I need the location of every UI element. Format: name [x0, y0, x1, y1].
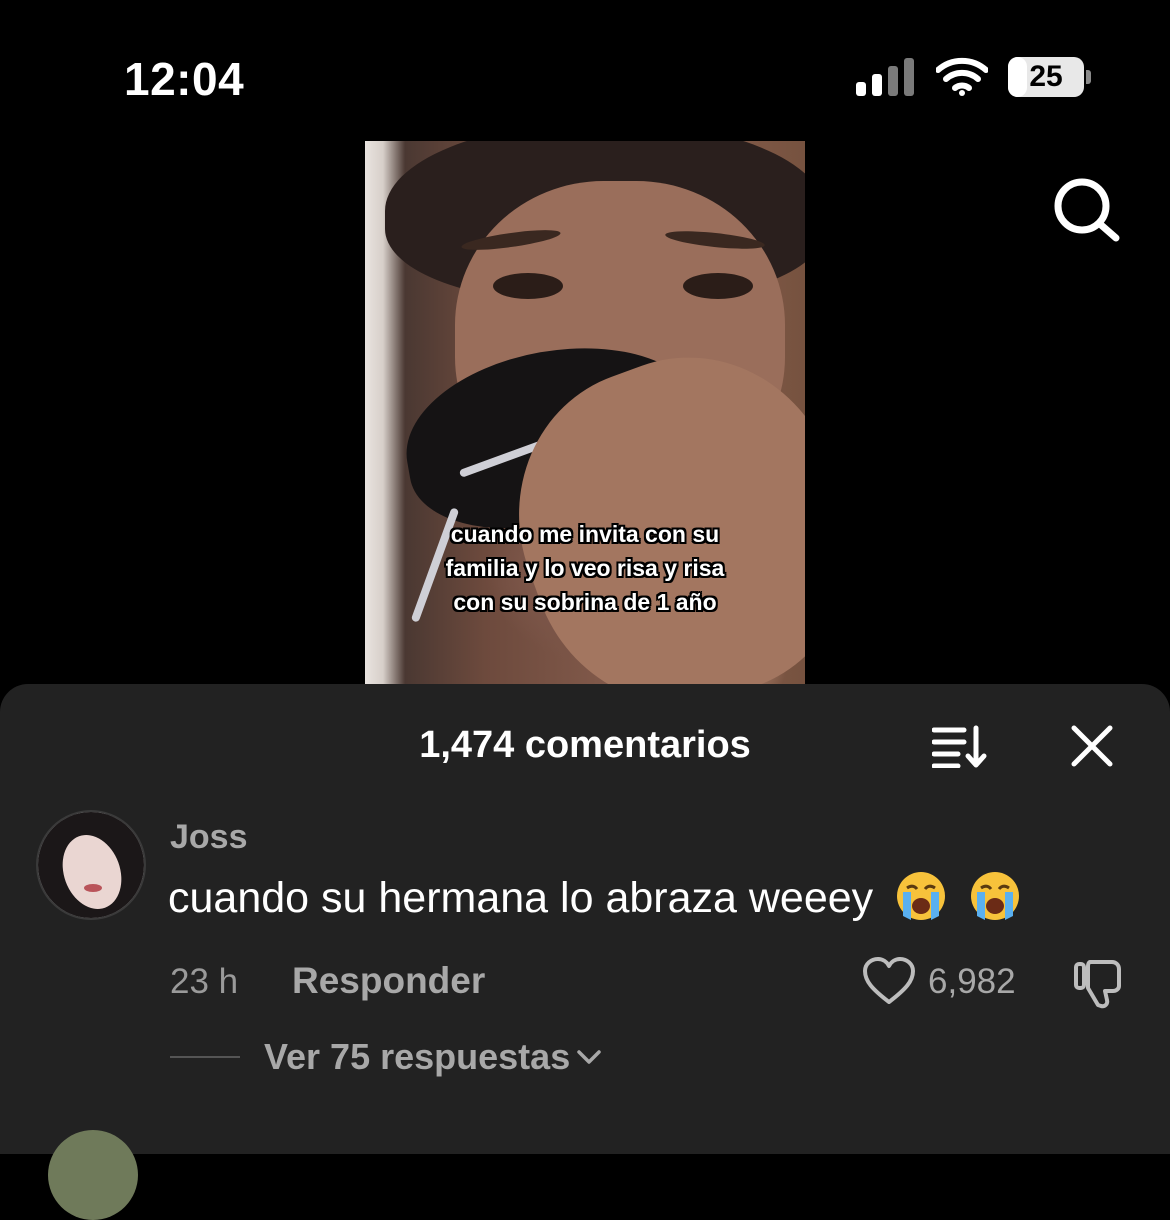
reply-button[interactable]: Responder — [292, 960, 485, 1002]
wifi-icon — [936, 57, 988, 96]
loudly-crying-face-icon — [897, 872, 946, 920]
search-icon[interactable] — [1050, 176, 1122, 244]
loudly-crying-face-icon — [971, 872, 1020, 920]
avatar[interactable] — [36, 810, 146, 920]
comment-username[interactable]: Joss — [170, 818, 248, 857]
avatar-lips — [84, 884, 102, 892]
dislike-icon[interactable] — [1072, 958, 1124, 1010]
view-replies-button[interactable]: Ver 75 respuestas — [264, 1036, 602, 1078]
comment-text-line: cuando su hermana lo abraza weeey — [168, 870, 1021, 923]
comments-sheet: 1,474 comentarios Joss cuando su hermana… — [0, 684, 1170, 1220]
video-caption: cuando me invita con su familia y lo veo… — [365, 517, 805, 619]
battery-indicator: 25 — [1008, 57, 1084, 97]
caption-line: con su sobrina de 1 año — [453, 589, 717, 615]
battery-tip — [1086, 70, 1091, 84]
heart-icon[interactable] — [862, 956, 916, 1006]
next-comment-avatar[interactable] — [48, 1130, 138, 1220]
video-player[interactable]: cuando me invita con su familia y lo veo… — [365, 141, 805, 701]
close-icon[interactable] — [1070, 724, 1114, 768]
cellular-signal-icon — [856, 58, 914, 96]
sort-icon[interactable] — [932, 724, 990, 768]
comment-text: cuando su hermana lo abraza weeey — [168, 874, 874, 922]
like-count: 6,982 — [928, 962, 1016, 1001]
caption-line: familia y lo veo risa y risa — [445, 555, 725, 581]
chevron-down-icon — [577, 1050, 601, 1064]
battery-percentage: 25 — [1029, 60, 1063, 93]
video-eye — [493, 273, 563, 299]
video-eye — [683, 273, 753, 299]
replies-divider — [170, 1056, 240, 1058]
caption-line: cuando me invita con su — [450, 521, 720, 547]
status-time: 12:04 — [124, 53, 245, 105]
comments-count-title: 1,474 comentarios — [419, 724, 751, 766]
comment-timestamp: 23 h — [170, 962, 239, 1001]
view-replies-label: Ver 75 respuestas — [264, 1036, 571, 1077]
